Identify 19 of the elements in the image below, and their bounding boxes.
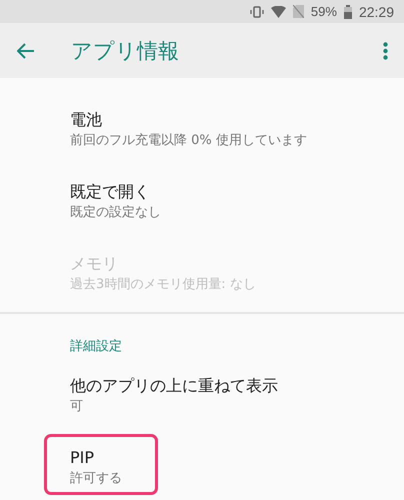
setting-title[interactable]: 電池 xyxy=(70,109,102,131)
battery-percent: 59% xyxy=(310,4,337,19)
no-sim-icon xyxy=(292,5,304,18)
more-options-icon[interactable] xyxy=(383,42,388,60)
vibrate-icon xyxy=(250,6,264,18)
setting-summary: 可 xyxy=(70,398,83,416)
setting-summary: 前回のフル充電以降 0% 使用しています xyxy=(70,132,307,150)
setting-summary: 既定の設定なし xyxy=(70,204,161,222)
section-header: 詳細設定 xyxy=(70,338,122,356)
toolbar-title: アプリ情報 xyxy=(71,38,180,64)
setting-summary: 過去3時間のメモリ使用量: なし xyxy=(70,276,256,294)
setting-title[interactable]: PIP xyxy=(70,447,94,469)
back-icon[interactable] xyxy=(17,42,35,58)
wifi-icon xyxy=(270,6,286,18)
setting-title[interactable]: 既定で開く xyxy=(70,181,150,203)
battery-icon xyxy=(344,4,352,18)
setting-title[interactable]: 他のアプリの上に重ねて表示 xyxy=(70,375,278,397)
status-time: 22:29 xyxy=(358,4,394,20)
setting-summary: 許可する xyxy=(70,470,122,488)
